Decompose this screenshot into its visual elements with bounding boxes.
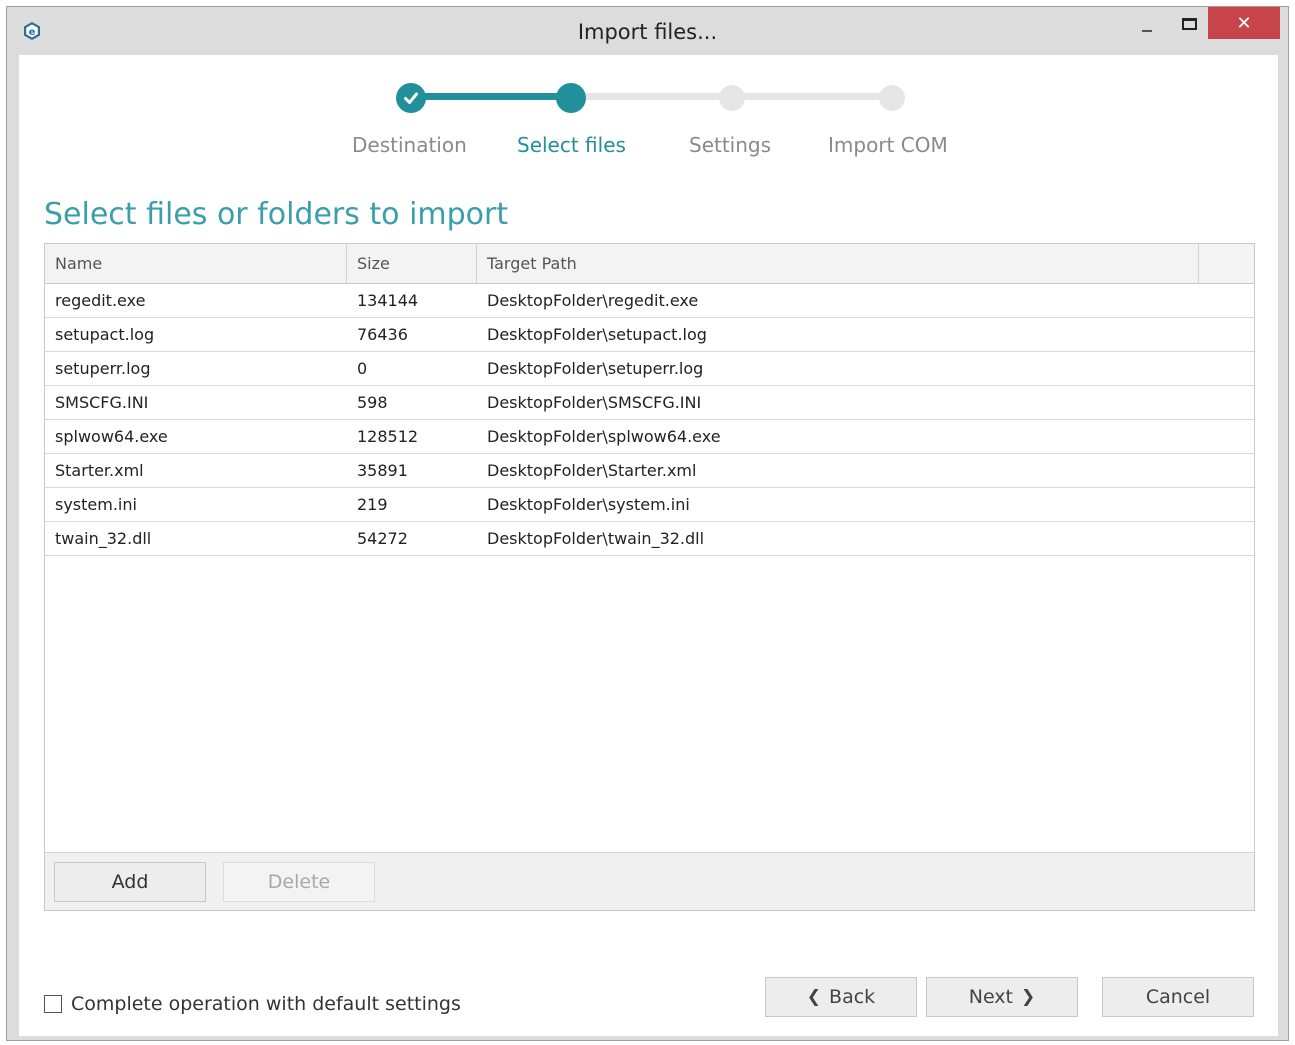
file-name-cell: regedit.exe [55, 291, 146, 310]
file-size-cell: 128512 [357, 427, 419, 446]
file-size-cell: 35891 [357, 461, 408, 480]
column-header-target-path[interactable]: Target Path [477, 244, 1199, 283]
step-import-com-dot [879, 85, 905, 111]
file-size-cell: 76436 [357, 325, 408, 344]
target-path-cell: DesktopFolder\regedit.exe [487, 291, 699, 310]
target-path-cell: DesktopFolder\twain_32.dll [487, 529, 705, 548]
stepper-progress-line [413, 93, 573, 100]
chevron-left-icon: ❮ [806, 987, 822, 1007]
file-name-cell: splwow64.exe [55, 427, 168, 446]
target-path-cell: DesktopFolder\system.ini [487, 495, 690, 514]
back-button-label: Back [829, 986, 876, 1008]
dialog-content: Destination Select files Settings Import… [19, 55, 1278, 1036]
file-name-cell: system.ini [55, 495, 137, 514]
minimize-icon [1142, 30, 1152, 32]
step-destination-dot [396, 83, 426, 113]
file-name-cell: setuperr.log [55, 359, 151, 378]
maximize-icon [1181, 18, 1197, 30]
target-path-cell: DesktopFolder\setuperr.log [487, 359, 704, 378]
default-settings-checkbox[interactable] [44, 995, 62, 1013]
step-destination-label: Destination [352, 133, 467, 157]
table-body: regedit.exe 134144 DesktopFolder\regedit… [45, 284, 1254, 556]
import-dialog: e Import files... ✕ Destination Select f… [6, 6, 1289, 1041]
title-bar[interactable]: e Import files... ✕ [7, 7, 1288, 55]
step-select-files-label: Select files [517, 133, 626, 157]
target-path-cell: DesktopFolder\splwow64.exe [487, 427, 721, 446]
step-select-files-dot [556, 83, 586, 113]
target-path-cell: DesktopFolder\SMSCFG.INI [487, 393, 702, 412]
default-settings-option[interactable]: Complete operation with default settings [44, 993, 461, 1015]
default-settings-label: Complete operation with default settings [71, 993, 461, 1015]
file-name-cell: setupact.log [55, 325, 155, 344]
table-row[interactable]: twain_32.dll 54272 DesktopFolder\twain_3… [45, 522, 1254, 556]
window-title: Import files... [577, 20, 718, 44]
target-path-cell: DesktopFolder\Starter.xml [487, 461, 697, 480]
file-name-cell: Starter.xml [55, 461, 144, 480]
step-settings-label: Settings [689, 133, 772, 157]
file-name-cell: twain_32.dll [55, 529, 152, 548]
delete-button[interactable]: Delete [223, 862, 375, 902]
column-header-name[interactable]: Name [45, 244, 347, 283]
page-heading: Select files or folders to import [44, 197, 509, 232]
table-row[interactable]: setupact.log 76436 DesktopFolder\setupac… [45, 318, 1254, 352]
cancel-button[interactable]: Cancel [1102, 977, 1254, 1017]
table-toolbar: Add Delete [45, 852, 1254, 910]
column-header-size[interactable]: Size [347, 244, 477, 283]
next-button[interactable]: Next ❯ [926, 977, 1078, 1017]
file-name-cell: SMSCFG.INI [55, 393, 149, 412]
back-button[interactable]: ❮ Back [765, 977, 917, 1017]
file-size-cell: 598 [357, 393, 388, 412]
close-icon: ✕ [1236, 12, 1252, 34]
target-path-cell: DesktopFolder\setupact.log [487, 325, 707, 344]
step-import-com-label: Import COM [828, 133, 948, 157]
table-row[interactable]: setuperr.log 0 DesktopFolder\setuperr.lo… [45, 352, 1254, 386]
checkmark-icon [404, 92, 418, 104]
step-settings-dot [719, 85, 745, 111]
add-button[interactable]: Add [54, 862, 206, 902]
file-size-cell: 219 [357, 495, 388, 514]
table-row[interactable]: splwow64.exe 128512 DesktopFolder\splwow… [45, 420, 1254, 454]
file-size-cell: 134144 [357, 291, 419, 310]
files-table: Name Size Target Path regedit.exe 134144… [44, 243, 1255, 911]
file-size-cell: 0 [357, 359, 368, 378]
column-header-filler [1199, 244, 1254, 283]
close-button[interactable]: ✕ [1208, 7, 1280, 39]
file-size-cell: 54272 [357, 529, 408, 548]
maximize-button[interactable] [1169, 7, 1209, 41]
table-row[interactable]: Starter.xml 35891 DesktopFolder\Starter.… [45, 454, 1254, 488]
table-row[interactable]: SMSCFG.INI 598 DesktopFolder\SMSCFG.INI [45, 386, 1254, 420]
table-row[interactable]: system.ini 219 DesktopFolder\system.ini [45, 488, 1254, 522]
table-header: Name Size Target Path [45, 244, 1254, 284]
next-button-label: Next [968, 986, 1013, 1008]
table-row[interactable]: regedit.exe 134144 DesktopFolder\regedit… [45, 284, 1254, 318]
chevron-right-icon: ❯ [1021, 987, 1036, 1007]
minimize-button[interactable] [1127, 7, 1167, 41]
